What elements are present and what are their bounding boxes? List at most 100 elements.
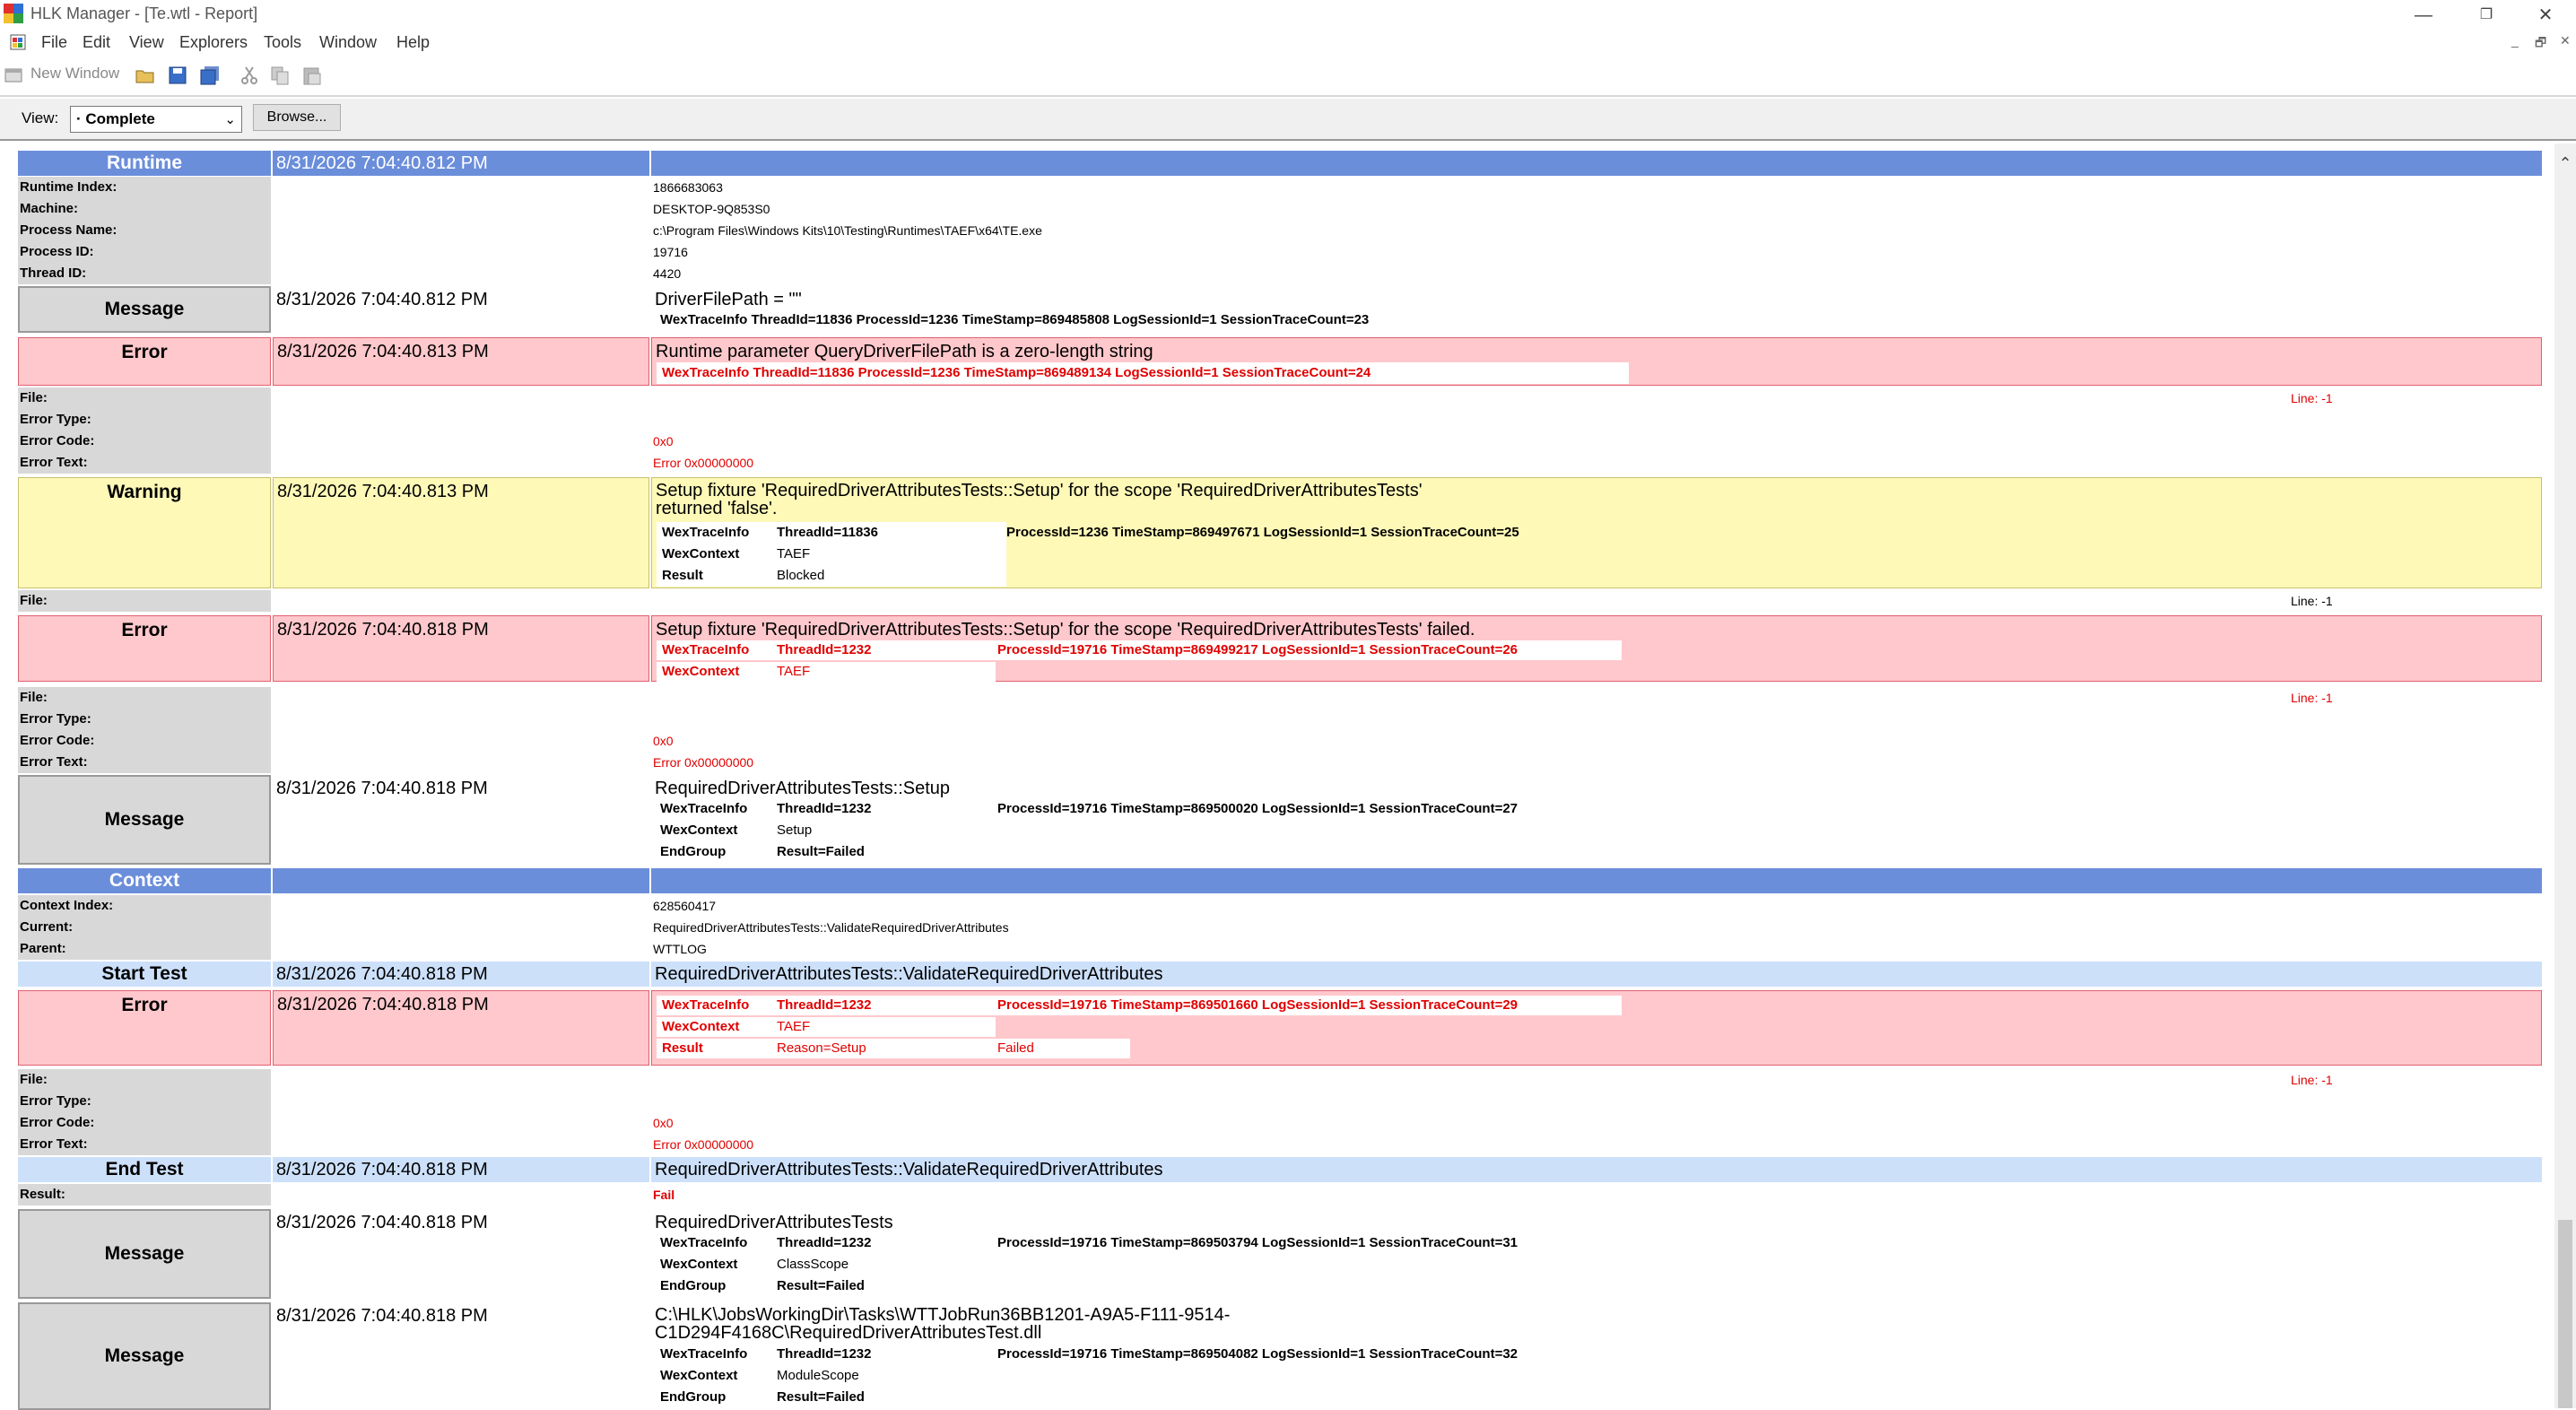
menu-edit[interactable]: Edit	[83, 33, 110, 52]
error-text: Error 0x00000000	[653, 755, 754, 770]
error-prop-row: Error Type:	[0, 409, 2554, 431]
entry-time: 8/31/2026 7:04:40.812 PM	[276, 290, 488, 309]
log-entry-warning[interactable]: Warning 8/31/2026 7:04:40.813 PM Setup f…	[0, 477, 2554, 588]
prop-key: File:	[18, 387, 271, 409]
prop-key: Machine:	[18, 198, 271, 220]
menu-explorers[interactable]: Explorers	[179, 33, 248, 52]
prop-key: Process Name:	[18, 220, 271, 241]
minimize-button[interactable]: —	[2393, 0, 2454, 30]
runtime-prop-row: Runtime Index: 1866683063	[0, 177, 2554, 198]
trace-info: WexTraceInfo	[660, 1235, 748, 1250]
prop-key: Error Type:	[18, 709, 271, 730]
menu-window[interactable]: Window	[319, 33, 377, 52]
prop-key: Error Type:	[18, 409, 271, 431]
document-icon[interactable]	[9, 33, 27, 51]
entry-time: 8/31/2026 7:04:40.818 PM	[276, 1213, 488, 1232]
log-entry-message[interactable]: Message 8/31/2026 7:04:40.818 PM Require…	[0, 1209, 2554, 1299]
line-number: Line: -1	[2291, 594, 2333, 608]
mdi-minimize-button[interactable]: _	[2511, 33, 2519, 48]
open-folder-icon[interactable]	[135, 65, 156, 86]
prop-key: Thread ID:	[18, 263, 271, 284]
prop-key: Error Code:	[18, 431, 271, 452]
view-select[interactable]: · Complete ⌄	[70, 106, 242, 133]
view-select-value: · Complete	[76, 110, 155, 127]
prop-key: Error Text:	[18, 452, 271, 474]
report-view[interactable]: Runtime 8/31/2026 7:04:40.812 PM Runtime…	[0, 144, 2554, 1410]
menu-help[interactable]: Help	[396, 33, 430, 52]
entry-type: Start Test	[18, 962, 271, 987]
prop-value: c:\Program Files\Windows Kits\10\Testing…	[653, 223, 1042, 238]
entry-time: 8/31/2026 7:04:40.818 PM	[276, 779, 488, 798]
mdi-close-button[interactable]: ✕	[2560, 33, 2571, 48]
log-entry-end-test[interactable]: End Test 8/31/2026 7:04:40.818 PM Requir…	[0, 1157, 2554, 1182]
prop-value: 19716	[653, 245, 688, 259]
prop-value: 1866683063	[653, 180, 723, 195]
entry-type: Error	[18, 615, 271, 682]
prop-key: File:	[18, 687, 271, 709]
line-number: Line: -1	[2291, 1073, 2333, 1087]
log-entry-error[interactable]: Error 8/31/2026 7:04:40.818 PM WexTraceI…	[0, 990, 2554, 1066]
toolbar	[0, 59, 2576, 95]
runtime-time: 8/31/2026 7:04:40.812 PM	[273, 151, 649, 176]
mdi-restore-button[interactable]: 🗗	[2535, 33, 2546, 55]
error-code: 0x0	[653, 1116, 674, 1130]
copy-icon[interactable]	[269, 65, 291, 86]
entry-type: Message	[18, 286, 271, 333]
scroll-up-icon[interactable]: ⌃	[2554, 154, 2576, 173]
log-entry-message[interactable]: Message 8/31/2026 7:04:40.818 PM Require…	[0, 775, 2554, 865]
entry-time: 8/31/2026 7:04:40.818 PM	[273, 962, 649, 987]
log-entry-message[interactable]: Message 8/31/2026 7:04:40.818 PM C:\HLK\…	[0, 1302, 2554, 1410]
context-header: Context	[18, 868, 271, 893]
hlk-app-icon[interactable]	[4, 4, 23, 23]
error-prop-row: Error Text: Error 0x00000000	[0, 752, 2554, 773]
menu-file[interactable]: File	[41, 33, 67, 52]
entry-text: C:\HLK\JobsWorkingDir\Tasks\WTTJobRun36B…	[655, 1305, 1231, 1343]
prop-key: Context Index:	[18, 895, 271, 917]
prop-key: File:	[18, 1069, 271, 1091]
divider	[0, 95, 2576, 97]
trace-info: WexTraceInfo ThreadId=11836 ProcessId=12…	[660, 312, 1370, 327]
error-prop-row: Error Type:	[0, 709, 2554, 730]
save-all-icon[interactable]	[199, 65, 221, 86]
new-window-icon[interactable]	[4, 65, 25, 86]
prop-key: Error Code:	[18, 730, 271, 752]
entry-time: 8/31/2026 7:04:40.818 PM	[276, 1306, 488, 1326]
runtime-prop-row: Process Name: c:\Program Files\Windows K…	[0, 220, 2554, 241]
entry-text: RequiredDriverAttributesTests::ValidateR…	[651, 962, 2542, 987]
menu-tools[interactable]: Tools	[264, 33, 301, 52]
entry-time: 8/31/2026 7:04:40.818 PM	[273, 1157, 649, 1182]
view-bar	[0, 99, 2576, 139]
log-entry-start-test[interactable]: Start Test 8/31/2026 7:04:40.818 PM Requ…	[0, 962, 2554, 987]
error-prop-row: Error Text: Error 0x00000000	[0, 1134, 2554, 1155]
runtime-header-row: Runtime 8/31/2026 7:04:40.812 PM	[0, 151, 2554, 176]
log-entry-message[interactable]: Message 8/31/2026 7:04:40.812 PM DriverF…	[0, 286, 2554, 333]
trace-info: WexTraceInfo	[662, 642, 750, 657]
error-prop-row: File: Line: -1	[0, 687, 2554, 709]
paste-icon[interactable]	[301, 65, 323, 86]
prop-value: WTTLOG	[653, 942, 707, 956]
browse-button[interactable]: Browse...	[253, 104, 341, 131]
log-entry-error[interactable]: Error 8/31/2026 7:04:40.818 PM Setup fix…	[0, 615, 2554, 682]
scrollbar-thumb[interactable]	[2558, 1220, 2572, 1408]
vertical-scrollbar[interactable]	[2554, 144, 2576, 1408]
menu-view[interactable]: View	[129, 33, 164, 52]
context-header-row: Context	[0, 868, 2554, 893]
save-icon[interactable]	[167, 65, 188, 86]
error-code: 0x0	[653, 734, 674, 748]
test-result: Fail	[653, 1188, 675, 1202]
prop-key: Error Text:	[18, 752, 271, 773]
error-prop-row: Error Type:	[0, 1091, 2554, 1112]
window-title: HLK Manager - [Te.wtl - Report]	[30, 4, 258, 22]
log-entry-error[interactable]: Error 8/31/2026 7:04:40.813 PM Runtime p…	[0, 337, 2554, 386]
error-prop-row: Error Text: Error 0x00000000	[0, 452, 2554, 474]
chevron-down-icon: ⌄	[224, 112, 236, 127]
line-number: Line: -1	[2291, 691, 2333, 705]
cut-icon[interactable]	[239, 65, 260, 86]
prop-value: 4420	[653, 266, 682, 281]
restore-button[interactable]: ❐	[2456, 0, 2517, 30]
new-window-button[interactable]: New Window	[30, 65, 119, 86]
close-button[interactable]: ✕	[2515, 0, 2576, 30]
prop-key: Current:	[18, 917, 271, 938]
entry-type: Error	[18, 337, 271, 386]
trace-info: WexTraceInfo	[662, 997, 750, 1013]
